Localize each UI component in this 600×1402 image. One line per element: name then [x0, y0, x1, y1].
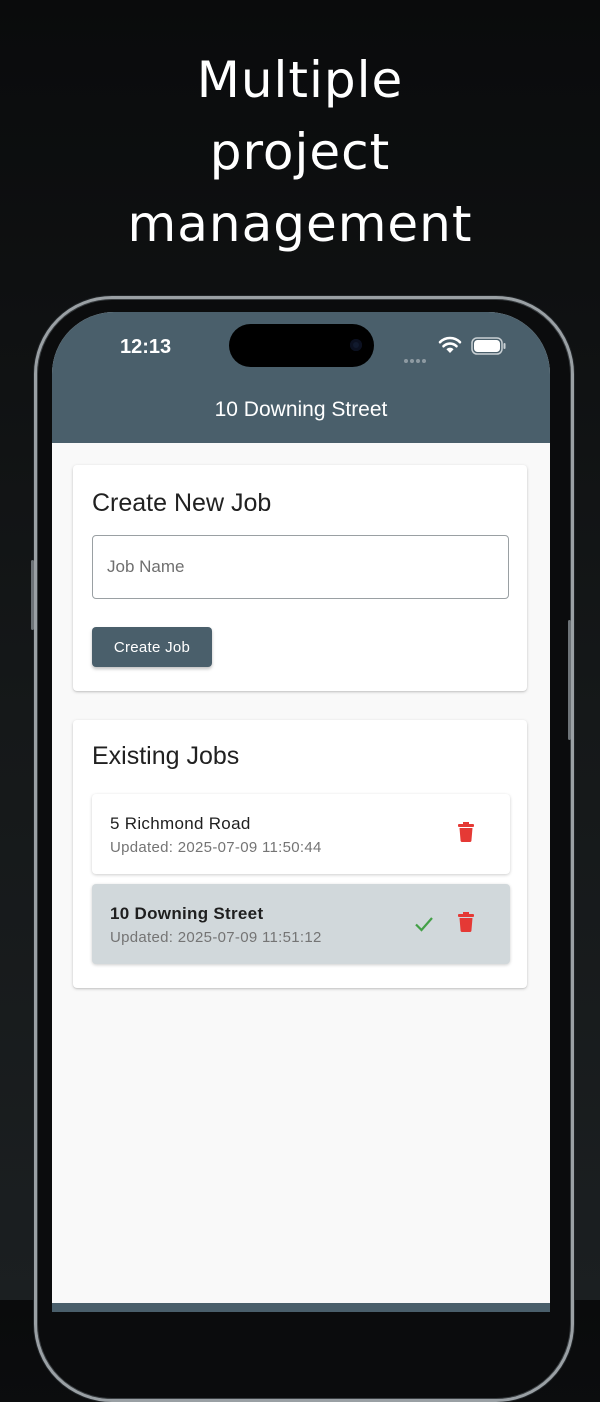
job-name: 5 Richmond Road	[110, 814, 251, 833]
status-time: 12:13	[120, 336, 172, 358]
job-name: 10 Downing Street	[110, 904, 264, 923]
promo-line-2: project	[209, 123, 391, 181]
phone-screen: 12:13 10 Downing Street Create New Job C…	[52, 312, 550, 1312]
job-updated-time: Updated: 2025-07-09 11:51:12	[110, 929, 322, 946]
phone-side-button-right	[568, 620, 571, 740]
create-job-button[interactable]: Create Job	[92, 627, 212, 667]
create-job-card: Create New Job Create Job	[73, 465, 527, 691]
existing-jobs-card: Existing Jobs 5 Richmond Road Updated: 2…	[73, 720, 527, 988]
create-job-title: Create New Job	[92, 489, 272, 517]
phone-side-button-left	[31, 560, 34, 630]
promo-line-3: management	[127, 195, 473, 253]
job-name-input[interactable]	[92, 535, 509, 599]
trash-icon[interactable]	[458, 912, 474, 932]
camera-icon	[350, 339, 362, 351]
app-title: 10 Downing Street	[214, 398, 388, 421]
bottom-bar	[52, 1303, 550, 1312]
main-content: Create New Job Create Job Existing Jobs …	[52, 443, 550, 1312]
trash-icon[interactable]	[458, 822, 474, 842]
app-bar: 12:13 10 Downing Street	[52, 312, 550, 443]
battery-icon	[471, 337, 506, 355]
job-list-item-selected[interactable]: 10 Downing Street Updated: 2025-07-09 11…	[92, 884, 510, 964]
wifi-icon	[438, 336, 462, 353]
existing-jobs-title: Existing Jobs	[92, 742, 240, 770]
promo-headline: Multiple project management	[0, 44, 600, 260]
job-list-item[interactable]: 5 Richmond Road Updated: 2025-07-09 11:5…	[92, 794, 510, 874]
dynamic-island	[229, 324, 374, 367]
cellular-signal-icon	[404, 350, 428, 368]
job-updated-time: Updated: 2025-07-09 11:50:44	[110, 839, 322, 856]
promo-line-1: Multiple	[196, 51, 404, 109]
check-icon	[415, 917, 433, 932]
